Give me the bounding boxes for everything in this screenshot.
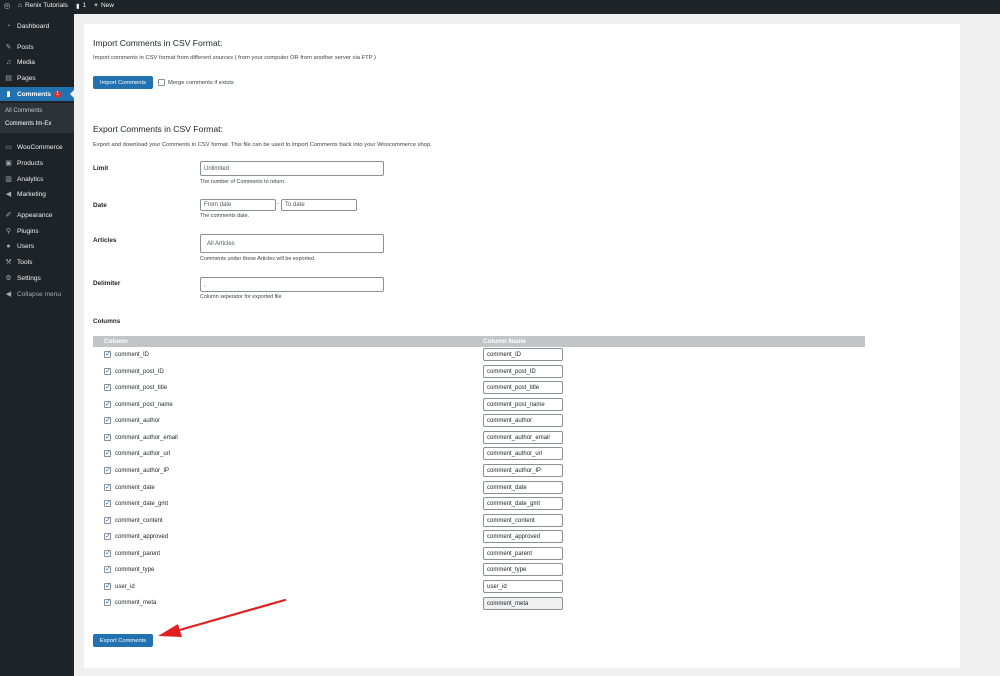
annotation-arrow-icon bbox=[158, 598, 287, 637]
